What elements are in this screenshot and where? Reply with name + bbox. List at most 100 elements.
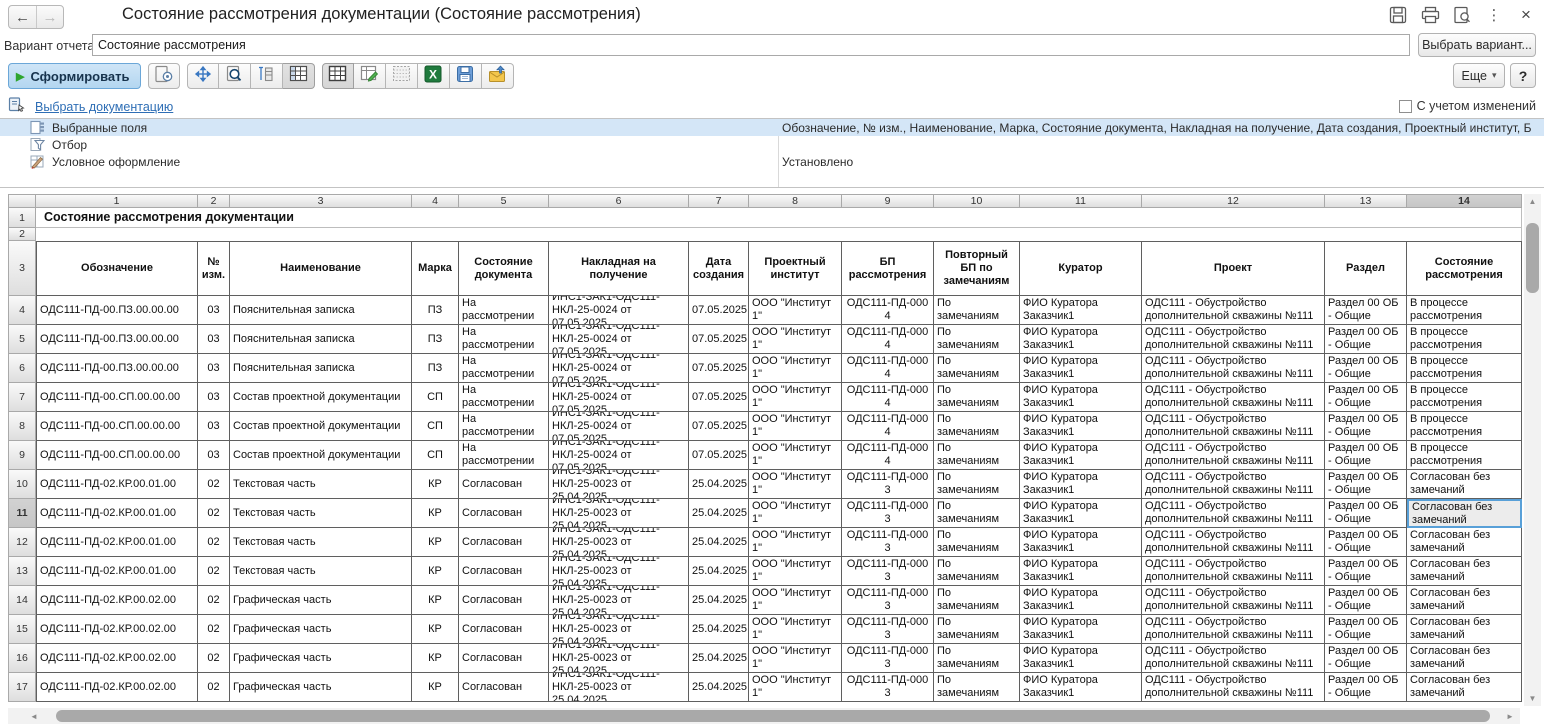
table-cell[interactable]: ИНС1-ЗАК1-ОДС111-НКЛ-25-0024 от 07.05.20…	[549, 354, 689, 383]
settings-row-filter[interactable]: Отбор	[0, 136, 1544, 153]
table-cell[interactable]: Текстовая часть	[230, 528, 412, 557]
report-title-cell[interactable]: Состояние рассмотрения документации	[36, 208, 1522, 228]
table-cell[interactable]: ФИО Куратора Заказчик1	[1020, 296, 1142, 325]
table-cell[interactable]: ПЗ	[412, 325, 459, 354]
table-cell[interactable]: 03	[198, 441, 230, 470]
table-cell[interactable]: Согласован без замечаний	[1407, 673, 1522, 702]
table-cell[interactable]: 02	[198, 470, 230, 499]
row-header-8[interactable]: 8	[8, 412, 36, 441]
more-menu-icon[interactable]: ⋮	[1482, 4, 1506, 26]
column-header-4[interactable]: 4	[412, 194, 459, 208]
row-header-15[interactable]: 15	[8, 615, 36, 644]
column-header-13[interactable]: 13	[1325, 194, 1407, 208]
table-cell[interactable]: ФИО Куратора Заказчик1	[1020, 586, 1142, 615]
table-cell[interactable]: КР	[412, 528, 459, 557]
table-cell[interactable]: ОДС111-ПД-02.КР.00.01.00	[36, 470, 198, 499]
table-cell[interactable]: Раздел 00 ОБ - Общие	[1325, 441, 1407, 470]
edit-table-button[interactable]	[354, 63, 386, 89]
table-cell[interactable]: Раздел 00 ОБ - Общие	[1325, 673, 1407, 702]
table-cell[interactable]: По замечаниям	[934, 499, 1020, 528]
table-cell[interactable]: ФИО Куратора Заказчик1	[1020, 615, 1142, 644]
table-cell[interactable]: В процессе рассмотрения	[1407, 412, 1522, 441]
sheet-corner-cell[interactable]	[8, 194, 36, 208]
table-cell[interactable]: По замечаниям	[934, 673, 1020, 702]
table-cell[interactable]: 07.05.2025	[689, 383, 749, 412]
table-cell[interactable]: ООО "Институт 1"	[749, 354, 842, 383]
table-cell[interactable]: ОДС111-ПД-0004	[842, 441, 934, 470]
table-cell[interactable]: Состав проектной документации	[230, 412, 412, 441]
row-header-7[interactable]: 7	[8, 383, 36, 412]
table-cell[interactable]: ООО "Институт 1"	[749, 325, 842, 354]
header-cell-13[interactable]: Раздел	[1325, 241, 1407, 296]
table-cell[interactable]: 02	[198, 644, 230, 673]
row-header-14[interactable]: 14	[8, 586, 36, 615]
table-cell[interactable]: Раздел 00 ОБ - Общие	[1325, 325, 1407, 354]
table-cell[interactable]: ОДС111 - Обустройство дополнительной скв…	[1142, 673, 1325, 702]
table-cell[interactable]: 25.04.2025	[689, 615, 749, 644]
table-cell[interactable]: 25.04.2025	[689, 586, 749, 615]
table-cell[interactable]: 02	[198, 673, 230, 702]
column-header-10[interactable]: 10	[934, 194, 1020, 208]
table-cell[interactable]: ИНС1-ЗАК1-ОДС111-НКЛ-25-0024 от 07.05.20…	[549, 296, 689, 325]
send-email-button[interactable]	[482, 63, 514, 89]
table-cell[interactable]: ОДС111-ПД-0003	[842, 586, 934, 615]
table-cell[interactable]: Согласован без замечаний	[1407, 557, 1522, 586]
table-cell[interactable]: Согласован	[459, 528, 549, 557]
table-cell[interactable]: ИНС1-ЗАК1-ОДС111-НКЛ-25-0023 от 25.04.20…	[549, 499, 689, 528]
table-cell[interactable]: Согласован без замечаний	[1407, 615, 1522, 644]
column-header-1[interactable]: 1	[36, 194, 198, 208]
column-header-2[interactable]: 2	[198, 194, 230, 208]
table-cell[interactable]: 07.05.2025	[689, 441, 749, 470]
table-cell[interactable]: На рассмотрении	[459, 383, 549, 412]
table-cell[interactable]: В процессе рассмотрения	[1407, 441, 1522, 470]
table-cell[interactable]: Раздел 00 ОБ - Общие	[1325, 412, 1407, 441]
table-cell[interactable]: ООО "Институт 1"	[749, 615, 842, 644]
table-cell[interactable]: КР	[412, 673, 459, 702]
column-header-12[interactable]: 12	[1142, 194, 1325, 208]
table-cell[interactable]: ФИО Куратора Заказчик1	[1020, 673, 1142, 702]
select-documentation-link[interactable]: Выбрать документацию	[35, 100, 173, 114]
table-cell[interactable]: ОДС111-ПД-0003	[842, 673, 934, 702]
table-cell[interactable]: ОДС111-ПД-0004	[842, 412, 934, 441]
header-cell-7[interactable]: Дата создания	[689, 241, 749, 296]
table-cell[interactable]: 03	[198, 325, 230, 354]
table-cell[interactable]: 03	[198, 354, 230, 383]
table-cell[interactable]: ПЗ	[412, 296, 459, 325]
row-header-6[interactable]: 6	[8, 354, 36, 383]
table-cell[interactable]: ИНС1-ЗАК1-ОДС111-НКЛ-25-0023 от 25.04.20…	[549, 586, 689, 615]
horizontal-scrollbar[interactable]: ◄ ►	[8, 708, 1520, 724]
table-cell[interactable]: Согласован без замечаний	[1407, 499, 1522, 528]
table-cell[interactable]: ООО "Институт 1"	[749, 528, 842, 557]
header-cell-11[interactable]: Куратор	[1020, 241, 1142, 296]
table-cell[interactable]: Согласован без замечаний	[1407, 528, 1522, 557]
table-cell[interactable]: Раздел 00 ОБ - Общие	[1325, 354, 1407, 383]
row-header-1[interactable]: 1	[8, 208, 36, 228]
table-cell[interactable]: Согласован	[459, 615, 549, 644]
table-cell[interactable]: Согласован	[459, 470, 549, 499]
table-cell[interactable]: ИНС1-ЗАК1-ОДС111-НКЛ-25-0024 от 07.05.20…	[549, 441, 689, 470]
table-cell[interactable]: ФИО Куратора Заказчик1	[1020, 528, 1142, 557]
table-cell[interactable]: Графическая часть	[230, 615, 412, 644]
table-cell[interactable]: Пояснительная записка	[230, 296, 412, 325]
header-cell-9[interactable]: БП рассмотрения	[842, 241, 934, 296]
settings-row-selected-fields[interactable]: Выбранные поля Обозначение, № изм., Наим…	[0, 119, 1544, 136]
table-cell[interactable]: По замечаниям	[934, 412, 1020, 441]
table-cell[interactable]: ОДС111-ПД-00.СП.00.00.00	[36, 383, 198, 412]
table-cell[interactable]: КР	[412, 470, 459, 499]
table-cell[interactable]: ОДС111 - Обустройство дополнительной скв…	[1142, 470, 1325, 499]
table-cell[interactable]: Графическая часть	[230, 673, 412, 702]
column-header-5[interactable]: 5	[459, 194, 549, 208]
table-cell[interactable]: ОДС111-ПД-02.КР.00.02.00	[36, 615, 198, 644]
table-cell[interactable]: ОДС111-ПД-00.ПЗ.00.00.00	[36, 296, 198, 325]
preview-icon[interactable]	[1450, 4, 1474, 26]
table-cell[interactable]: Раздел 00 ОБ - Общие	[1325, 644, 1407, 673]
table-cell[interactable]: ОДС111 - Обустройство дополнительной скв…	[1142, 557, 1325, 586]
table-cell[interactable]: ОДС111 - Обустройство дополнительной скв…	[1142, 354, 1325, 383]
table-cell[interactable]: КР	[412, 586, 459, 615]
table-cell[interactable]: ФИО Куратора Заказчик1	[1020, 412, 1142, 441]
column-header-3[interactable]: 3	[230, 194, 412, 208]
scroll-down-icon[interactable]: ▼	[1524, 691, 1541, 706]
column-header-9[interactable]: 9	[842, 194, 934, 208]
header-cell-14[interactable]: Состояние рассмотрения	[1407, 241, 1522, 296]
table-cell[interactable]: Согласован	[459, 586, 549, 615]
